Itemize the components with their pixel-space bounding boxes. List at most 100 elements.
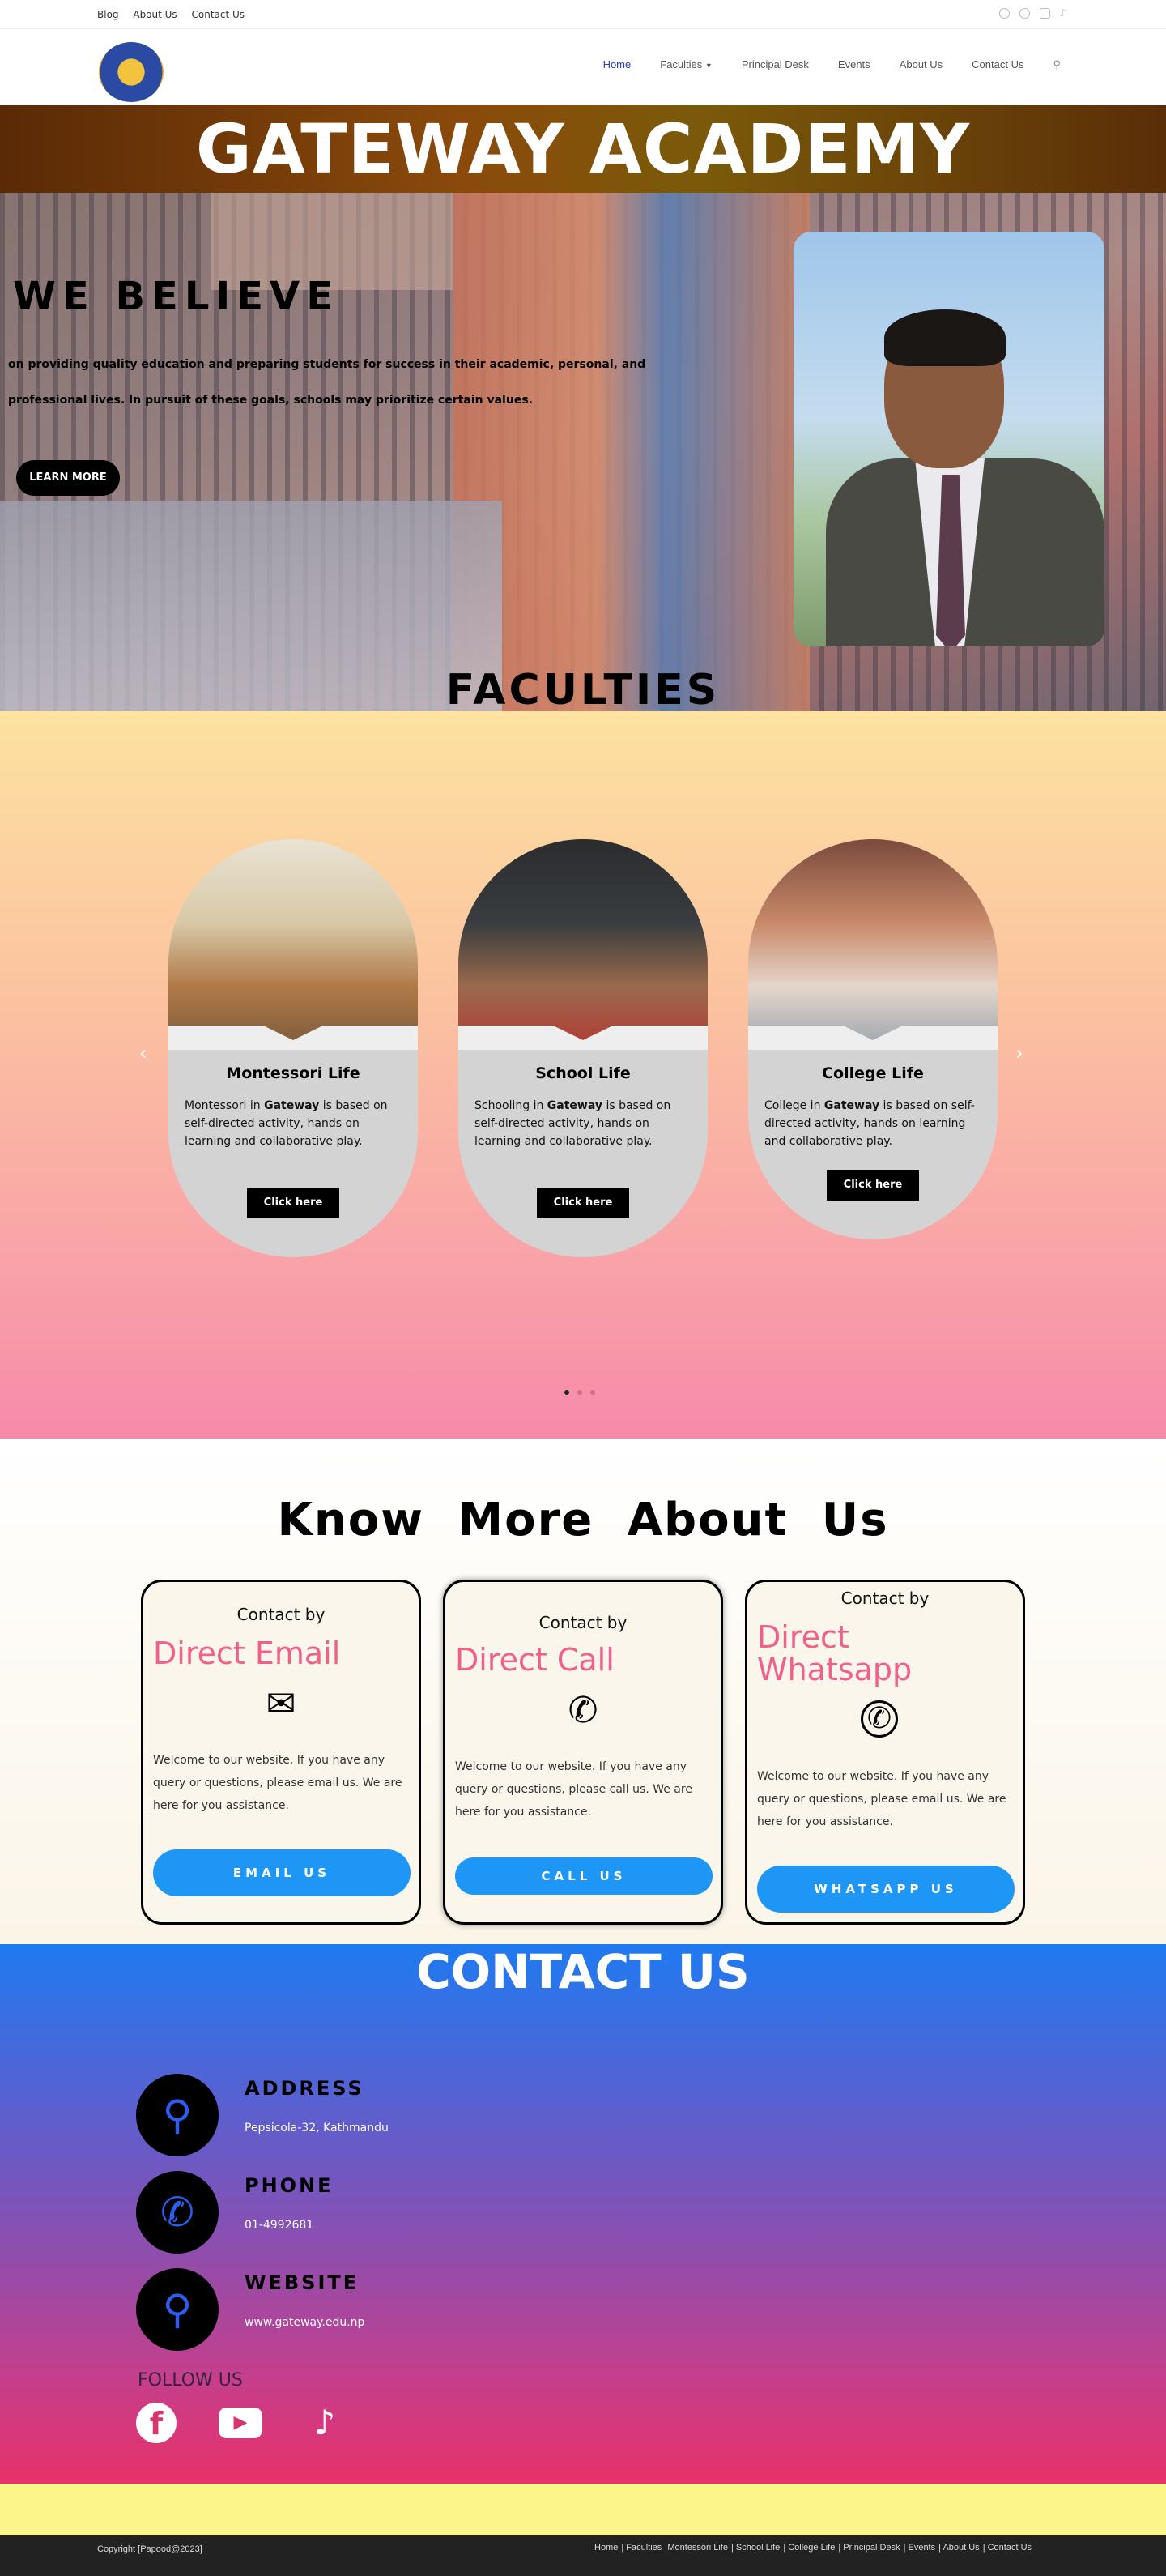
- footer-link-faculties[interactable]: Faculties: [626, 2543, 662, 2553]
- learn-more-button[interactable]: LEARN MORE: [16, 460, 120, 496]
- email-us-button[interactable]: EMAIL US: [153, 1849, 411, 1896]
- phone-icon-circle: ✆: [136, 2171, 219, 2254]
- contact-card-call: Contact by Direct Call ✆ Welcome to our …: [443, 1580, 723, 1925]
- search-icon[interactable]: ⚲: [1053, 58, 1061, 71]
- click-here-button[interactable]: Click here: [537, 1188, 629, 1218]
- nav-principal-desk[interactable]: Principal Desk: [742, 58, 809, 71]
- top-social: ♪: [999, 8, 1070, 19]
- chevron-down-icon: ▼: [704, 62, 713, 70]
- contact-by-label: Contact by: [236, 1605, 326, 1624]
- website-icon-circle: ⚲: [136, 2268, 219, 2351]
- faculty-card-college: College Life College in Gateway is based…: [748, 839, 998, 1239]
- card-text: College in Gateway is based on self-dire…: [764, 1099, 975, 1148]
- website-value[interactable]: www.gateway.edu.np: [245, 2316, 364, 2329]
- facebook-icon[interactable]: f: [136, 2403, 177, 2443]
- footer-link-college[interactable]: College Life: [788, 2543, 835, 2553]
- know-more-title: Know More About Us: [277, 1494, 889, 1546]
- contact-card-title: Direct Whatsapp: [757, 1619, 913, 1687]
- contact-section: CONTACT US ⚲ ADDRESS Pepsicola-32, Kathm…: [0, 1944, 1166, 2484]
- card-title: School Life: [535, 1064, 631, 1082]
- montessori-image: [168, 839, 418, 1050]
- footer-link-principal[interactable]: Principal Desk: [843, 2543, 900, 2553]
- footer-link-about[interactable]: About Us: [943, 2543, 979, 2553]
- know-more-section: Know More About Us Contact by Direct Ema…: [0, 1439, 1166, 1944]
- hero-title: GATEWAY ACADEMY: [195, 109, 971, 189]
- carousel-dots: [564, 1390, 595, 1395]
- top-link-about[interactable]: About Us: [133, 9, 177, 20]
- nav-about[interactable]: About Us: [900, 58, 943, 71]
- nav-home[interactable]: Home: [603, 58, 632, 71]
- site-footer: Copyright [Papood@2023] Home | Faculties …: [0, 2535, 1166, 2576]
- principal-hair: [884, 309, 1006, 366]
- college-image: [748, 839, 998, 1050]
- faculties-section: ‹ › Montessori Life Montessori in Gatewa…: [0, 711, 1166, 1439]
- phone-icon: ✆: [160, 2189, 194, 2236]
- whatsapp-icon: ✆: [861, 1700, 898, 1738]
- top-links: Blog About Us Contact Us: [97, 9, 256, 20]
- nav-contact[interactable]: Contact Us: [972, 58, 1023, 71]
- address-heading: ADDRESS: [245, 2077, 364, 2100]
- carousel-dot[interactable]: [577, 1390, 582, 1395]
- click-here-button[interactable]: Click here: [247, 1188, 339, 1218]
- call-us-button[interactable]: CALL US: [455, 1857, 713, 1895]
- footer-link-events[interactable]: Events: [908, 2543, 935, 2553]
- carousel-dot[interactable]: [590, 1390, 595, 1395]
- hero-background-building-right: [453, 193, 810, 711]
- carousel-prev-arrow[interactable]: ‹: [139, 1042, 147, 1064]
- contact-by-label: Contact by: [538, 1613, 628, 1632]
- click-here-button[interactable]: Click here: [827, 1170, 919, 1201]
- top-bar: Blog About Us Contact Us ♪: [0, 0, 1166, 29]
- follow-us-label: FOLLOW US: [138, 2370, 243, 2390]
- phone-icon: ✆: [568, 1690, 598, 1731]
- hero-banner: WE BELIEVE on providing quality educatio…: [0, 193, 1166, 711]
- instagram-icon[interactable]: [1019, 8, 1030, 19]
- location-pin-icon: ⚲: [162, 2092, 193, 2139]
- carousel-dot[interactable]: [564, 1390, 569, 1395]
- contact-by-label: Contact by: [840, 1589, 930, 1608]
- contact-card-text: Welcome to our website. If you have any …: [153, 1754, 402, 1812]
- school-image: [458, 839, 708, 1050]
- footer-link-montessori[interactable]: Montessori Life: [667, 2543, 728, 2553]
- address-icon-circle: ⚲: [136, 2074, 219, 2156]
- contact-card-text: Welcome to our website. If you have any …: [757, 1770, 1006, 1828]
- faculty-card-school: School Life Schooling in Gateway is base…: [458, 839, 708, 1257]
- footer-link-contact[interactable]: Contact Us: [988, 2543, 1032, 2553]
- tiktok-icon[interactable]: ♪: [1060, 8, 1070, 19]
- yellow-band: [0, 2484, 1166, 2535]
- whatsapp-us-button[interactable]: WHATSAPP US: [757, 1866, 1015, 1913]
- hero-heading: WE BELIEVE: [13, 274, 339, 319]
- school-logo[interactable]: [99, 42, 164, 102]
- website-heading: WEBSITE: [245, 2271, 360, 2294]
- contact-title: CONTACT US: [416, 1944, 750, 1999]
- faculties-title: FACULTIES: [445, 666, 721, 714]
- phone-value: 01-4992681: [245, 2219, 314, 2232]
- phone-heading: PHONE: [245, 2174, 334, 2197]
- envelope-icon: ✉: [266, 1683, 296, 1725]
- facebook-icon[interactable]: [999, 8, 1010, 19]
- footer-links: Home | Faculties Montessori Life | School …: [594, 2543, 1032, 2553]
- tiktok-icon[interactable]: ♪: [304, 2403, 345, 2443]
- principal-photo: [794, 232, 1104, 646]
- faculty-card-montessori: Montessori Life Montessori in Gateway is…: [168, 839, 418, 1257]
- top-link-contact[interactable]: Contact Us: [192, 9, 245, 20]
- top-link-blog[interactable]: Blog: [97, 9, 119, 20]
- main-nav: Home Faculties ▼ Principal Desk Events A…: [603, 58, 1061, 71]
- nav-faculties[interactable]: Faculties ▼: [660, 58, 713, 71]
- nav-faculties-label: Faculties: [660, 58, 703, 70]
- youtube-icon[interactable]: [1040, 8, 1050, 19]
- location-pin-icon: ⚲: [162, 2286, 193, 2333]
- contact-card-text: Welcome to our website. If you have any …: [455, 1760, 692, 1819]
- card-title: College Life: [822, 1064, 924, 1082]
- hero-title-band: GATEWAY ACADEMY: [0, 105, 1166, 193]
- address-value: Pepsicola-32, Kathmandu: [245, 2122, 389, 2135]
- carousel-next-arrow[interactable]: ›: [1015, 1042, 1023, 1064]
- contact-card-whatsapp: Contact by Direct Whatsapp ✆ Welcome to …: [745, 1580, 1025, 1925]
- footer-link-home[interactable]: Home: [594, 2543, 618, 2553]
- contact-card-title: Direct Call: [455, 1642, 615, 1678]
- card-title: Montessori Life: [226, 1064, 360, 1082]
- footer-link-school[interactable]: School Life: [736, 2543, 780, 2553]
- contact-card-title: Direct Email: [153, 1636, 341, 1671]
- nav-events[interactable]: Events: [838, 58, 870, 71]
- youtube-icon[interactable]: ▶: [219, 2408, 262, 2438]
- hero-text: on providing quality education and prepa…: [8, 358, 646, 407]
